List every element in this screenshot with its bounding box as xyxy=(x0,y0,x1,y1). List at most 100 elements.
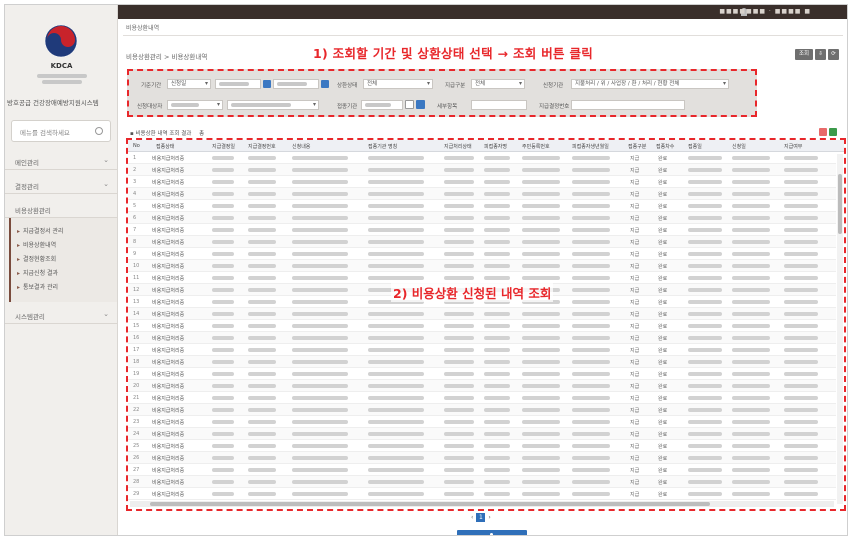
redacted-cell xyxy=(292,420,348,424)
table-row[interactable]: 9 비용지급처리중 지급 완료 xyxy=(128,248,836,260)
next-page-button[interactable]: › xyxy=(488,514,490,521)
calendar-icon[interactable] xyxy=(321,80,329,88)
table-row[interactable]: 24 비용지급처리중 지급 완료 xyxy=(128,428,836,440)
table-row[interactable]: 10 비용지급처리중 지급 완료 xyxy=(128,260,836,272)
decision-no-input[interactable] xyxy=(571,100,685,110)
submenu-item-payment-result[interactable]: 지급신청 결과 xyxy=(17,268,58,277)
table-row[interactable]: 3 비용지급처리중 지급 완료 xyxy=(128,176,836,188)
redacted-cell xyxy=(368,408,424,412)
table-row[interactable]: 16 비용지급처리중 지급 완료 xyxy=(128,332,836,344)
column-header[interactable]: 피접종자생년월일 xyxy=(572,143,609,150)
table-row[interactable]: 26 비용지급처리중 지급 완료 xyxy=(128,452,836,464)
redacted-cell xyxy=(368,192,424,196)
redacted-cell xyxy=(784,324,818,328)
table-row[interactable]: 4 비용지급처리중 지급 완료 xyxy=(128,188,836,200)
column-header[interactable]: 지급결정번호 xyxy=(248,143,276,150)
excel-icon[interactable] xyxy=(829,128,837,136)
redacted-cell xyxy=(484,204,510,208)
column-header[interactable]: 접종구분 xyxy=(628,143,646,150)
search-button[interactable]: 조회 xyxy=(795,49,813,60)
table-row[interactable]: 17 비용지급처리중 지급 완료 xyxy=(128,344,836,356)
table-row[interactable]: 19 비용지급처리중 지급 완료 xyxy=(128,368,836,380)
column-header[interactable]: 지급여부 xyxy=(784,143,802,150)
column-header[interactable]: 신청내용 xyxy=(292,143,310,150)
redacted-cell xyxy=(212,324,234,328)
column-header[interactable]: 접종차수 xyxy=(656,143,674,150)
sidebar-item-system[interactable]: 시스템관리 ⌄ xyxy=(5,305,117,324)
table-row[interactable]: 18 비용지급처리중 지급 완료 xyxy=(128,356,836,368)
column-header[interactable]: 피접종자명 xyxy=(484,143,507,150)
table-row[interactable]: 21 비용지급처리중 지급 완료 xyxy=(128,392,836,404)
redacted-cell xyxy=(688,492,722,496)
menu-search-input[interactable]: 메뉴를 검색하세요 xyxy=(11,120,111,142)
sidebar-item-decision[interactable]: 결정관리 ⌄ xyxy=(5,175,117,194)
redacted-cell xyxy=(732,168,770,172)
submenu-item-notice-result[interactable]: 통보결과 관리 xyxy=(17,282,58,291)
redacted-cell xyxy=(484,360,510,364)
submenu-item-decision-status[interactable]: 결정현황조회 xyxy=(17,254,56,263)
target-select[interactable]: ▾ xyxy=(167,100,223,110)
status-select[interactable]: 전체 ▾ xyxy=(363,79,433,89)
column-header[interactable]: 지급결정일 xyxy=(212,143,235,150)
table-row[interactable]: 25 비용지급처리중 지급 완료 xyxy=(128,440,836,452)
target-sub-select[interactable]: ▾ xyxy=(227,100,319,110)
redacted-cell xyxy=(212,204,234,208)
table-row[interactable]: 29 비용지급처리중 지급 완료 xyxy=(128,488,836,500)
column-header[interactable]: 접종일 xyxy=(688,143,702,150)
table-row[interactable]: 15 비용지급처리중 지급 완료 xyxy=(128,320,836,332)
redacted-cell xyxy=(212,300,234,304)
user-info[interactable]: ■■■■■■■ · ■■■■ ■ xyxy=(719,8,811,15)
column-header[interactable]: 지급처리상태 xyxy=(444,143,472,150)
redacted-cell xyxy=(484,432,510,436)
sidebar-item-reimbursement[interactable]: 비용상환관리 xyxy=(5,199,117,218)
table-row[interactable]: 6 비용지급처리중 지급 완료 xyxy=(128,212,836,224)
table-row[interactable]: 8 비용지급처리중 지급 완료 xyxy=(128,236,836,248)
submenu-item-payment-decision[interactable]: 지급결정서 관리 xyxy=(17,226,64,235)
column-header[interactable]: 접종상태 xyxy=(156,143,174,150)
column-header[interactable]: 접종기관 명칭 xyxy=(368,143,397,150)
calendar-icon[interactable] xyxy=(263,80,271,88)
submenu-item-reimbursement-history[interactable]: 비용상환내역 xyxy=(17,240,56,249)
download-button[interactable]: ⇩ xyxy=(815,49,826,60)
start-date-input[interactable] xyxy=(215,79,261,89)
current-page[interactable]: 1 xyxy=(476,513,486,522)
bottom-action-button[interactable] xyxy=(457,530,527,535)
redacted-cell xyxy=(444,336,474,340)
reset-icon[interactable] xyxy=(416,100,425,109)
redacted-cell xyxy=(248,300,276,304)
search-icon[interactable] xyxy=(405,100,414,109)
table-row[interactable]: 14 비용지급처리중 지급 완료 xyxy=(128,308,836,320)
detail-input[interactable] xyxy=(471,100,527,110)
sidebar-item-main[interactable]: 메인관리 ⌄ xyxy=(5,151,117,170)
table-row[interactable]: 23 비용지급처리중 지급 완료 xyxy=(128,416,836,428)
table-row[interactable]: 5 비용지급처리중 지급 완료 xyxy=(128,200,836,212)
org-select[interactable]: 지불처리 / 위 / 사업장 / 환 / 처리 / 현황 전체 ▾ xyxy=(571,79,729,89)
end-date-input[interactable] xyxy=(273,79,319,89)
table-row[interactable]: 28 비용지급처리중 지급 완료 xyxy=(128,476,836,488)
table-row[interactable]: 20 비용지급처리중 지급 완료 xyxy=(128,380,836,392)
redacted-cell xyxy=(522,168,560,172)
horizontal-scrollbar[interactable] xyxy=(130,501,834,507)
agency-input[interactable] xyxy=(361,100,403,110)
type-select[interactable]: 전체 ▾ xyxy=(471,79,525,89)
vertical-scrollbar[interactable] xyxy=(837,154,843,504)
column-header[interactable]: No xyxy=(133,143,140,149)
table-row[interactable]: 7 비용지급처리중 지급 완료 xyxy=(128,224,836,236)
period-select[interactable]: 신청일 ▾ xyxy=(167,79,211,89)
table-row[interactable]: 2 비용지급처리중 지급 완료 xyxy=(128,164,836,176)
prev-page-button[interactable]: ‹ xyxy=(471,514,473,521)
redacted-cell xyxy=(368,396,424,400)
refresh-button[interactable]: ⟳ xyxy=(828,49,839,60)
search-icon[interactable] xyxy=(95,127,103,135)
redacted-cell xyxy=(688,420,722,424)
chevron-down-icon: ▾ xyxy=(216,101,220,108)
export-icon[interactable] xyxy=(819,128,827,136)
table-row[interactable]: 22 비용지급처리중 지급 완료 xyxy=(128,404,836,416)
table-row[interactable]: 27 비용지급처리중 지급 완료 xyxy=(128,464,836,476)
column-header[interactable]: 신청일 xyxy=(732,143,746,150)
table-row[interactable]: 1 비용지급처리중 지급 완료 xyxy=(128,152,836,164)
scroll-thumb[interactable] xyxy=(838,174,842,234)
column-header[interactable]: 주민등록번호 xyxy=(522,143,550,150)
redacted-cell xyxy=(444,216,474,220)
scroll-thumb[interactable] xyxy=(150,502,710,506)
